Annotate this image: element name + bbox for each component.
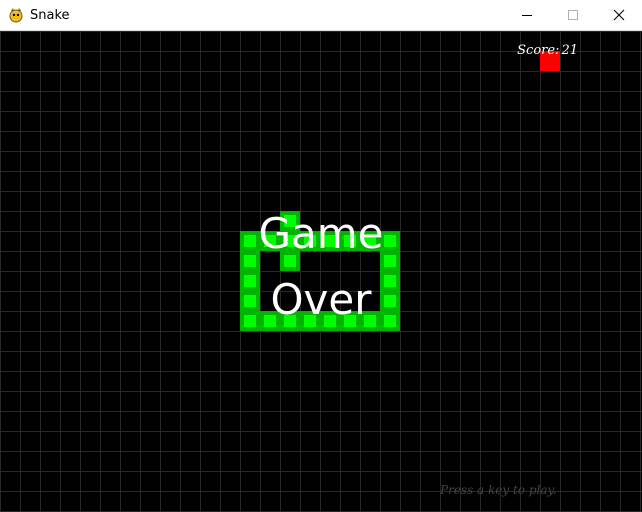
score-label: Score:	[517, 43, 560, 58]
score-display: Score: 21	[517, 43, 578, 58]
close-icon	[613, 9, 625, 21]
maximize-button[interactable]	[550, 0, 596, 30]
window-title: Snake	[30, 8, 70, 23]
pygame-snake-icon	[8, 7, 24, 23]
minimize-button[interactable]	[504, 0, 550, 30]
close-button[interactable]	[596, 0, 642, 30]
minimize-icon	[522, 15, 532, 16]
game-over-line-2: Over	[270, 275, 372, 324]
snake-window: Snake Score: 21 Game Over Press a key to…	[0, 0, 642, 512]
maximize-icon	[568, 10, 578, 20]
grid-lines	[0, 31, 642, 512]
score-value: 21	[561, 43, 578, 58]
board-canvas	[0, 31, 642, 512]
game-over-line-1: Game	[258, 209, 384, 258]
title-bar[interactable]: Snake	[0, 0, 642, 31]
press-key-prompt: Press a key to play.	[440, 483, 557, 497]
game-board[interactable]: Score: 21 Game Over Press a key to play.	[0, 31, 642, 512]
